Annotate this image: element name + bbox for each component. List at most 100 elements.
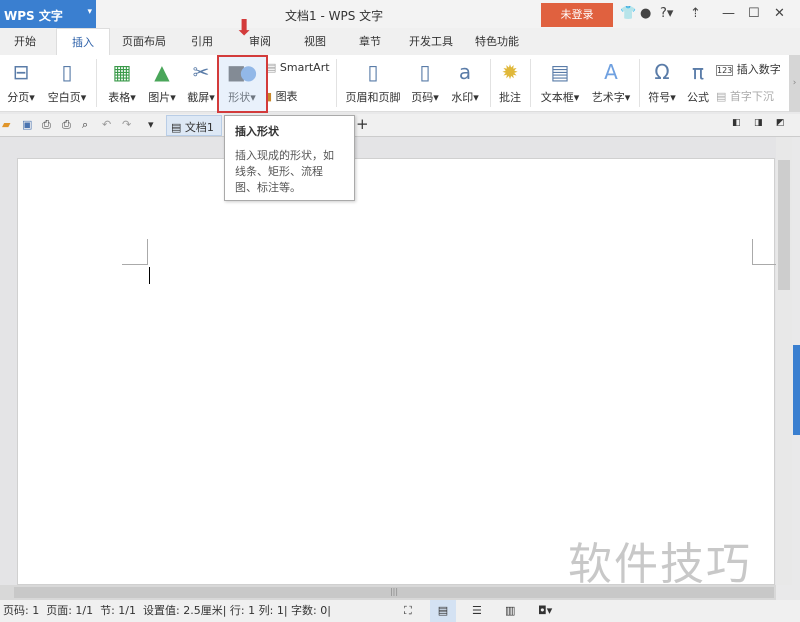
screenshot-button[interactable]: ✂ 截屏▾: [183, 59, 219, 105]
blank-page-button[interactable]: ▯ 空白页▾: [44, 59, 90, 105]
app-logo: WPS 文字: [4, 9, 63, 23]
tab-chapter[interactable]: 章节: [350, 28, 390, 55]
document-icon: ▤: [171, 121, 182, 134]
divider: [336, 59, 337, 107]
open-icon[interactable]: ▰: [2, 118, 10, 131]
status-section: 节: 1/1: [100, 604, 137, 617]
text-cursor: [149, 267, 150, 284]
divider: [530, 59, 531, 107]
tab-page-layout[interactable]: 页面布局: [115, 28, 173, 55]
redo-icon[interactable]: ↷: [122, 118, 131, 131]
margin-corner-right: [752, 239, 776, 265]
vertical-scroll-thumb[interactable]: [778, 160, 790, 290]
ribbon-scroll-right[interactable]: ›: [789, 55, 800, 112]
toolbar-icon-3[interactable]: ◩: [776, 118, 785, 128]
fullscreen-icon[interactable]: ⛶: [404, 600, 412, 622]
picture-icon: ▲: [154, 60, 170, 84]
reading-mode-icon[interactable]: ◘▾: [538, 600, 552, 622]
tab-insert[interactable]: 插入: [56, 28, 110, 55]
tab-start[interactable]: 开始: [2, 28, 48, 55]
label: 公式: [687, 91, 709, 104]
upload-icon[interactable]: ⇡: [690, 6, 701, 21]
export-icon[interactable]: ⎙: [42, 118, 51, 132]
tab-references[interactable]: 引用: [182, 28, 222, 55]
formula-button[interactable]: π 公式: [684, 59, 712, 105]
label: 表格: [108, 91, 131, 104]
document-tab[interactable]: ▤ 文档1: [166, 115, 222, 136]
tab-features[interactable]: 特色功能: [470, 28, 524, 55]
status-pages: 页面: 1/1: [46, 604, 94, 617]
divider: [96, 59, 97, 107]
shape-highlight-box: [217, 55, 268, 113]
comment-button[interactable]: ✹ 批注: [494, 59, 526, 105]
watermark-text: 软件技巧: [568, 539, 752, 590]
title-bar: WPS 文字 ▾ 文档1 - WPS 文字 未登录 👕 ● ?▾ ⇡ — ☐ ✕: [0, 0, 800, 28]
save-icon[interactable]: ▣: [22, 118, 32, 131]
undo-icon[interactable]: ↶: [102, 118, 111, 131]
wordart-button[interactable]: A 艺术字▾: [588, 59, 634, 105]
label: 页码: [411, 91, 434, 104]
print-preview-icon[interactable]: ⌕: [82, 118, 88, 132]
tab-developer[interactable]: 开发工具: [404, 28, 458, 55]
window-title: 文档1 - WPS 文字: [285, 9, 384, 23]
divider: [639, 59, 640, 107]
status-col: 列: 1: [258, 604, 284, 617]
skin-icon[interactable]: 👕: [620, 6, 636, 21]
drop-cap-button[interactable]: ▤ 首字下沉: [716, 88, 774, 104]
number-icon: 123: [716, 65, 734, 76]
login-button[interactable]: 未登录: [541, 3, 613, 27]
new-tab-plus-icon[interactable]: +: [356, 115, 369, 133]
side-panel-handle[interactable]: [793, 345, 800, 435]
close-icon[interactable]: ✕: [774, 6, 785, 21]
ribbon-tabs: 开始 插入 页面布局 引用 审阅 视图 章节 开发工具 特色功能: [0, 28, 800, 55]
label: 空白页: [47, 91, 81, 104]
page-break-button[interactable]: ⊟ 分页▾: [3, 59, 39, 105]
app-menu-button[interactable]: WPS 文字 ▾: [0, 0, 96, 28]
label: 截屏: [187, 91, 210, 104]
ribbon: ⊟ 分页▾ ▯ 空白页▾ ▦ 表格▾ ▲ 图片▾ ✂ 截屏▾ ■● 形状▾ ▤ SmartA…: [0, 55, 800, 112]
feedback-icon[interactable]: ●: [640, 6, 651, 21]
help-icon[interactable]: ?▾: [660, 6, 673, 21]
header-footer-icon: ▯: [367, 60, 379, 84]
wordart-icon: A: [604, 60, 618, 84]
watermark-icon: a: [458, 60, 472, 84]
document-page[interactable]: [17, 158, 776, 585]
label: 插入数字: [736, 63, 781, 76]
minimize-icon[interactable]: —: [722, 6, 735, 21]
smartart-button[interactable]: ▤ SmartArt: [266, 61, 330, 74]
label: 水印: [451, 91, 474, 104]
symbol-button[interactable]: Ω 符号▾: [644, 59, 680, 105]
tab-view[interactable]: 视图: [295, 28, 335, 55]
tooltip: 插入形状 插入现成的形状，如线条、矩形、流程图、标注等。: [224, 115, 355, 201]
insert-number-button[interactable]: 123 插入数字: [716, 61, 781, 77]
status-bar: 页码: 1 页面: 1/1 节: 1/1 设置值: 2.5厘米| 行: 1 列:…: [0, 600, 800, 622]
tooltip-description: 插入现成的形状，如线条、矩形、流程图、标注等。: [235, 149, 334, 194]
margin-corner-left: [122, 239, 148, 265]
status-page: 页码: 1: [3, 604, 40, 617]
chevron-down-icon[interactable]: ▾: [148, 118, 154, 131]
status-words: 字数: 0: [291, 604, 328, 617]
status-setting: 设置值: 2.5厘米: [143, 604, 223, 617]
header-footer-button[interactable]: ▯ 页眉和页脚: [342, 59, 404, 105]
blank-page-icon: ▯: [61, 60, 73, 84]
page-view-icon[interactable]: ▤: [430, 600, 456, 622]
omega-icon: Ω: [654, 60, 670, 84]
maximize-icon[interactable]: ☐: [748, 6, 760, 21]
print-icon[interactable]: ⎙: [62, 118, 71, 132]
outline-view-icon[interactable]: ☰: [472, 600, 482, 622]
label: 页眉和页脚: [345, 91, 401, 104]
label: 图表: [275, 90, 298, 103]
label: 分页: [7, 91, 30, 104]
web-view-icon[interactable]: ▥: [505, 600, 515, 622]
watermark-button[interactable]: a 水印▾: [446, 59, 484, 105]
picture-button[interactable]: ▲ 图片▾: [144, 59, 180, 105]
label: 首字下沉: [729, 90, 774, 103]
table-button[interactable]: ▦ 表格▾: [103, 59, 141, 105]
textbox-button[interactable]: ▤ 文本框▾: [537, 59, 583, 105]
toolbar-icon-2[interactable]: ◨: [754, 118, 763, 128]
tooltip-title: 插入形状: [235, 125, 279, 138]
page-number-button[interactable]: ▯ 页码▾: [405, 59, 445, 105]
chart-button[interactable]: ▮ 图表: [266, 88, 298, 104]
toolbar-icon-1[interactable]: ◧: [732, 118, 741, 128]
pi-icon: π: [691, 60, 705, 84]
